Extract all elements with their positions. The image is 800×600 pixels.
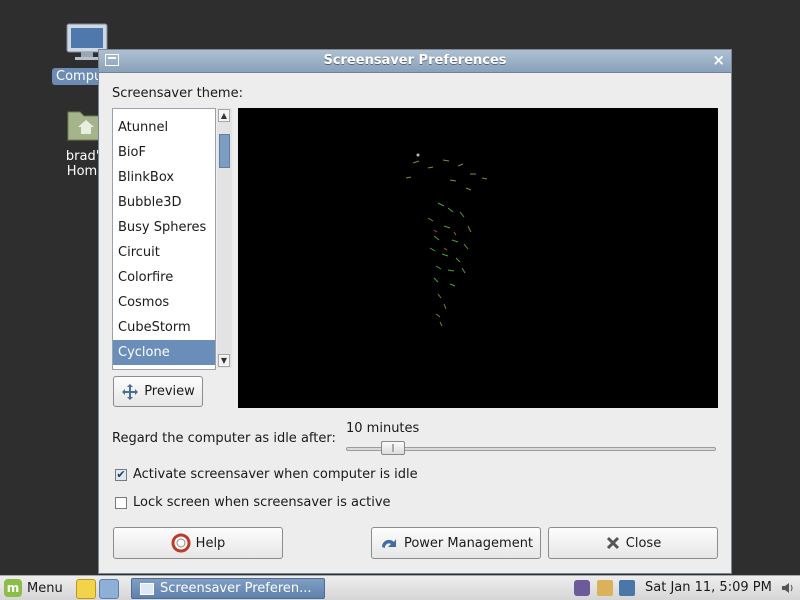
list-item[interactable]: Cosmos xyxy=(113,290,215,315)
activate-checkbox[interactable]: ✔ xyxy=(115,468,127,481)
list-item[interactable]: BioF xyxy=(113,140,215,165)
scrollbar-thumb[interactable] xyxy=(219,134,230,168)
text-editor-icon[interactable] xyxy=(76,579,96,599)
screensaver-preferences-window: Screensaver Preferences × Screensaver th… xyxy=(98,49,732,574)
theme-list[interactable]: Atunnel BioF BlinkBox Bubble3D Busy Sphe… xyxy=(112,108,216,370)
main-menu-label: Menu xyxy=(27,580,63,596)
network-icon[interactable] xyxy=(619,580,635,596)
screensaver-preview xyxy=(238,108,718,408)
mint-logo-icon: m xyxy=(4,579,22,597)
lock-icon[interactable] xyxy=(597,580,613,596)
list-item[interactable]: Circuit xyxy=(113,240,215,265)
scroll-down-icon[interactable]: ▼ xyxy=(218,354,230,367)
preview-button[interactable]: Preview xyxy=(113,376,203,407)
task-window-icon xyxy=(140,582,154,595)
window-close-icon[interactable]: × xyxy=(712,51,725,69)
window-titlebar[interactable]: Screensaver Preferences × xyxy=(99,50,731,73)
close-button[interactable]: Close xyxy=(548,527,718,559)
help-button[interactable]: Help xyxy=(113,527,283,559)
theme-list-scrollbar[interactable]: ▲ ▼ xyxy=(217,108,232,368)
close-button-label: Close xyxy=(625,535,662,551)
fullscreen-icon xyxy=(122,383,139,400)
close-icon xyxy=(606,536,619,550)
update-manager-icon[interactable] xyxy=(574,580,590,596)
activate-label[interactable]: Activate screensaver when computer is id… xyxy=(133,467,418,482)
power-management-button[interactable]: Power Management xyxy=(371,527,541,559)
list-item[interactable]: CubeStorm xyxy=(113,315,215,340)
lock-checkbox[interactable] xyxy=(115,496,127,509)
clock[interactable]: Sat Jan 11, 5:09 PM xyxy=(645,580,772,595)
theme-label: Screensaver theme: xyxy=(112,86,243,101)
list-item[interactable]: Bubble3D xyxy=(113,190,215,215)
cyclone-preview-image xyxy=(405,153,488,327)
idle-slider-handle[interactable] xyxy=(380,441,405,455)
help-lifebuoy-icon xyxy=(171,533,191,553)
lock-row[interactable]: Lock screen when screensaver is active xyxy=(115,495,391,510)
activate-row[interactable]: ✔ Activate screensaver when computer is … xyxy=(115,467,418,482)
help-button-label: Help xyxy=(195,535,226,551)
task-label: Screensaver Preferen... xyxy=(160,581,312,596)
window-title: Screensaver Preferences xyxy=(323,53,507,68)
taskbar-task-screensaver[interactable]: Screensaver Preferen... xyxy=(131,578,325,599)
main-menu-button[interactable]: m Menu xyxy=(4,579,63,597)
redo-arrow-icon xyxy=(381,539,396,548)
idle-label: Regard the computer as idle after: xyxy=(112,431,336,446)
window-switcher-icon[interactable] xyxy=(99,579,119,599)
volume-icon[interactable] xyxy=(780,580,796,596)
list-item[interactable]: Busy Spheres xyxy=(113,215,215,240)
idle-value: 10 minutes xyxy=(346,421,420,436)
list-item[interactable]: Atunnel xyxy=(113,115,215,140)
power-management-label: Power Management xyxy=(403,535,534,551)
list-item-selected[interactable]: Cyclone xyxy=(113,340,215,365)
preview-button-label: Preview xyxy=(144,384,195,399)
taskbar: m Menu Screensaver Preferen... Sat Jan 1… xyxy=(0,575,800,600)
lock-label[interactable]: Lock screen when screensaver is active xyxy=(133,495,391,510)
list-item[interactable]: Colorfire xyxy=(113,265,215,290)
list-item[interactable]: BlinkBox xyxy=(113,165,215,190)
scroll-up-icon[interactable]: ▲ xyxy=(218,109,230,122)
